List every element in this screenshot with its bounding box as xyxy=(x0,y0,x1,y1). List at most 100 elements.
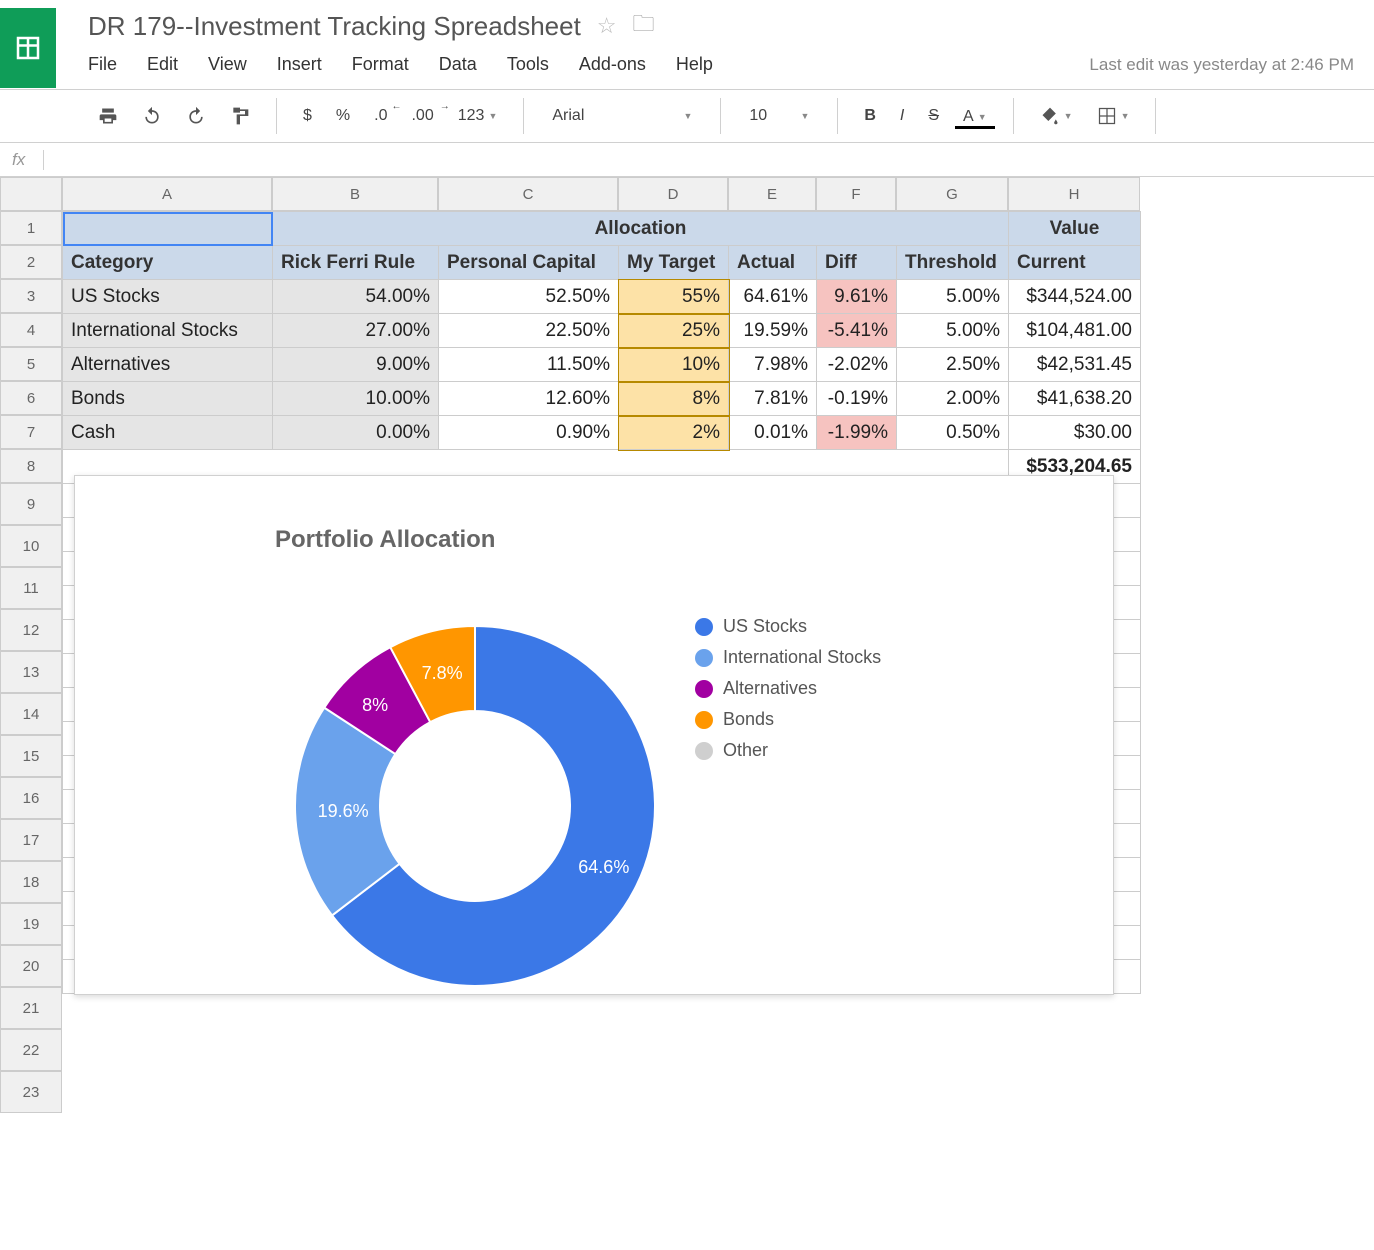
menu-file[interactable]: File xyxy=(88,54,117,75)
fill-color-button[interactable]: ▼ xyxy=(1032,102,1081,130)
cell[interactable]: 54.00% xyxy=(273,280,439,314)
cell[interactable]: $344,524.00 xyxy=(1009,280,1141,314)
cell[interactable]: 0.01% xyxy=(729,416,817,450)
text-color-button[interactable]: A ▼ xyxy=(955,104,995,129)
row-header[interactable]: 4 xyxy=(0,313,62,347)
sheets-logo[interactable] xyxy=(0,8,56,88)
diff-cell[interactable]: -1.99% xyxy=(817,416,897,450)
row-header[interactable]: 10 xyxy=(0,525,62,567)
row-header[interactable]: 3 xyxy=(0,279,62,313)
cell[interactable]: 7.81% xyxy=(729,382,817,416)
diff-cell[interactable]: -0.19% xyxy=(817,382,897,416)
row-header[interactable]: 16 xyxy=(0,777,62,819)
col-header[interactable]: G xyxy=(896,177,1008,211)
cell[interactable]: 9.00% xyxy=(273,348,439,382)
row-header[interactable]: 19 xyxy=(0,903,62,945)
row-header[interactable]: 13 xyxy=(0,651,62,693)
col-header[interactable]: E xyxy=(728,177,816,211)
undo-icon[interactable] xyxy=(134,102,170,130)
row-header[interactable]: 12 xyxy=(0,609,62,651)
target-cell[interactable]: 55% xyxy=(619,280,729,314)
row-header[interactable]: 1 xyxy=(0,211,62,245)
cell[interactable]: 0.50% xyxy=(897,416,1009,450)
cell-a1[interactable] xyxy=(63,212,273,246)
col-header[interactable]: F xyxy=(816,177,896,211)
row-header[interactable]: 21 xyxy=(0,987,62,1029)
cell[interactable]: 5.00% xyxy=(897,280,1009,314)
cell[interactable]: 2.50% xyxy=(897,348,1009,382)
cell[interactable]: $41,638.20 xyxy=(1009,382,1141,416)
menu-insert[interactable]: Insert xyxy=(277,54,322,75)
cell[interactable]: 52.50% xyxy=(439,280,619,314)
strikethrough-button[interactable]: S xyxy=(920,103,947,129)
col-header[interactable]: A xyxy=(62,177,272,211)
increase-decimal-button[interactable]: .00→ xyxy=(403,103,441,129)
category-cell[interactable]: Cash xyxy=(63,416,273,450)
threshold-header[interactable]: Threshold xyxy=(897,246,1009,280)
row-header[interactable]: 11 xyxy=(0,567,62,609)
currency-format-button[interactable]: $ xyxy=(295,103,320,129)
target-cell[interactable]: 25% xyxy=(619,314,729,348)
value-header[interactable]: Value xyxy=(1009,212,1141,246)
menu-edit[interactable]: Edit xyxy=(147,54,178,75)
menu-tools[interactable]: Tools xyxy=(507,54,549,75)
row-header[interactable]: 22 xyxy=(0,1029,62,1071)
current-header[interactable]: Current xyxy=(1009,246,1141,280)
cell[interactable]: 11.50% xyxy=(439,348,619,382)
category-cell[interactable]: US Stocks xyxy=(63,280,273,314)
menu-format[interactable]: Format xyxy=(352,54,409,75)
menu-view[interactable]: View xyxy=(208,54,247,75)
percent-format-button[interactable]: % xyxy=(328,103,358,129)
row-header[interactable]: 2 xyxy=(0,245,62,279)
diff-cell[interactable]: -2.02% xyxy=(817,348,897,382)
star-icon[interactable]: ☆ xyxy=(597,13,617,39)
menu-data[interactable]: Data xyxy=(439,54,477,75)
row-header[interactable]: 6 xyxy=(0,381,62,415)
cell[interactable]: 0.90% xyxy=(439,416,619,450)
rick-header[interactable]: Rick Ferri Rule xyxy=(273,246,439,280)
cell[interactable]: $42,531.45 xyxy=(1009,348,1141,382)
category-cell[interactable]: Bonds xyxy=(63,382,273,416)
row-header[interactable]: 5 xyxy=(0,347,62,381)
col-header[interactable]: D xyxy=(618,177,728,211)
cell[interactable]: $104,481.00 xyxy=(1009,314,1141,348)
print-icon[interactable] xyxy=(90,102,126,130)
redo-icon[interactable] xyxy=(178,102,214,130)
col-header[interactable]: B xyxy=(272,177,438,211)
font-dropdown[interactable]: Arial▼ xyxy=(542,101,702,131)
target-header[interactable]: My Target xyxy=(619,246,729,280)
cell[interactable]: 0.00% xyxy=(273,416,439,450)
cell[interactable]: $30.00 xyxy=(1009,416,1141,450)
cell[interactable]: 5.00% xyxy=(897,314,1009,348)
cell[interactable]: 7.98% xyxy=(729,348,817,382)
cell[interactable]: 64.61% xyxy=(729,280,817,314)
paint-format-icon[interactable] xyxy=(222,102,258,130)
row-header[interactable]: 8 xyxy=(0,449,62,483)
row-header[interactable]: 17 xyxy=(0,819,62,861)
formula-input[interactable] xyxy=(44,143,1362,176)
row-header[interactable]: 9 xyxy=(0,483,62,525)
actual-header[interactable]: Actual xyxy=(729,246,817,280)
category-cell[interactable]: International Stocks xyxy=(63,314,273,348)
category-cell[interactable]: Alternatives xyxy=(63,348,273,382)
allocation-header[interactable]: Allocation xyxy=(273,212,1009,246)
select-all-cell[interactable] xyxy=(0,177,62,211)
target-cell[interactable]: 8% xyxy=(619,382,729,416)
decrease-decimal-button[interactable]: .0← xyxy=(366,103,395,129)
italic-button[interactable]: I xyxy=(892,103,912,129)
row-header[interactable]: 20 xyxy=(0,945,62,987)
row-header[interactable]: 18 xyxy=(0,861,62,903)
cell[interactable]: 19.59% xyxy=(729,314,817,348)
row-header[interactable]: 14 xyxy=(0,693,62,735)
target-cell[interactable]: 2% xyxy=(619,416,729,450)
cell[interactable]: 10.00% xyxy=(273,382,439,416)
diff-cell[interactable]: -5.41% xyxy=(817,314,897,348)
row-header[interactable]: 15 xyxy=(0,735,62,777)
bold-button[interactable]: B xyxy=(856,103,884,129)
diff-cell[interactable]: 9.61% xyxy=(817,280,897,314)
menu-addons[interactable]: Add-ons xyxy=(579,54,646,75)
cell[interactable]: 27.00% xyxy=(273,314,439,348)
pc-header[interactable]: Personal Capital xyxy=(439,246,619,280)
portfolio-chart[interactable]: Portfolio Allocation 64.6%19.6%8%7.8% US… xyxy=(74,475,1114,995)
target-cell[interactable]: 10% xyxy=(619,348,729,382)
